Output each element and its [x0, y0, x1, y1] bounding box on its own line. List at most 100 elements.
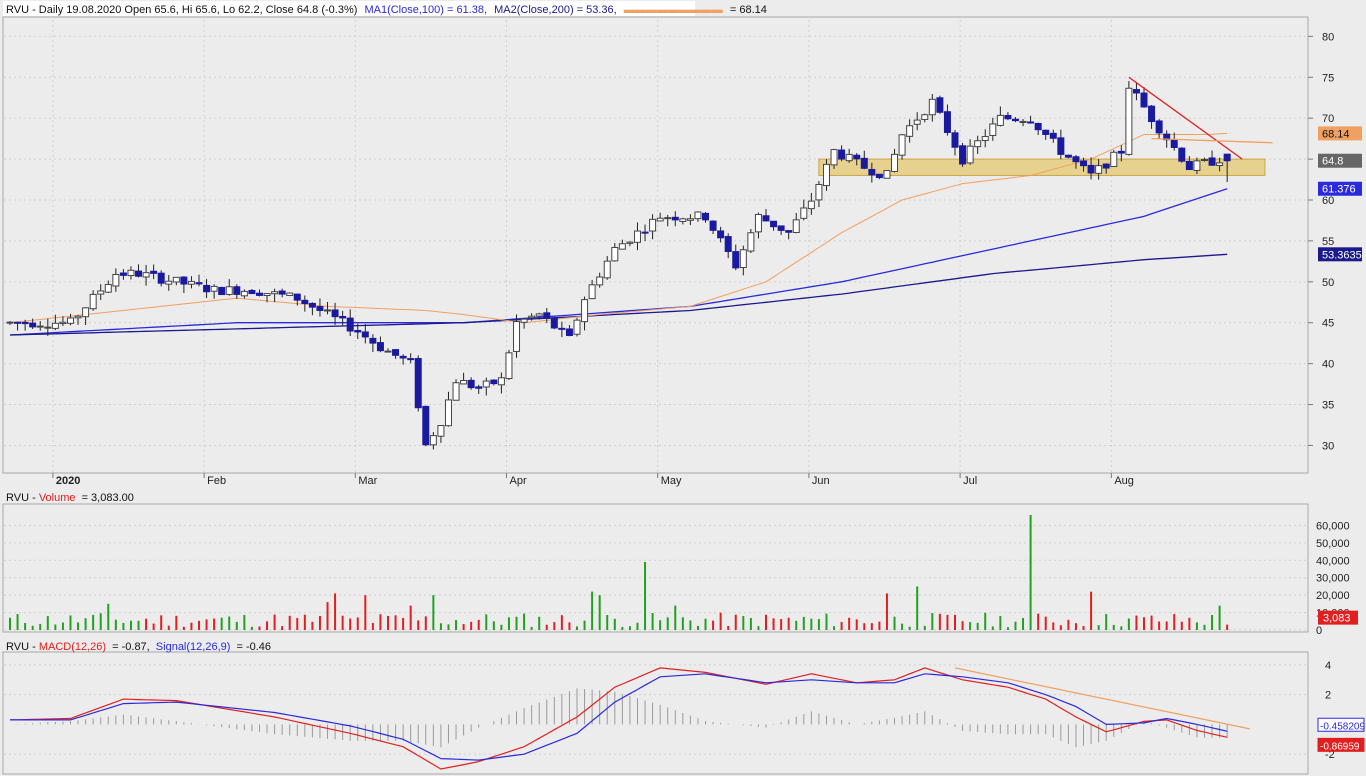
candle-down: [467, 379, 475, 389]
candle-up: [679, 218, 687, 222]
candle-down: [641, 231, 649, 234]
candle-up: [739, 249, 747, 269]
candle-down: [853, 154, 861, 160]
candle-up: [513, 321, 521, 352]
price-value-text: 61.376: [1322, 184, 1356, 196]
candle-up: [89, 293, 97, 310]
candle-up: [172, 276, 180, 283]
candle-up: [906, 125, 914, 137]
candle-down: [1049, 132, 1057, 139]
volume-value-text: 3,083: [1323, 613, 1351, 625]
candle-up: [127, 269, 135, 277]
candle-up: [573, 319, 581, 335]
candle-down: [543, 312, 551, 319]
candle-up: [898, 134, 906, 156]
candle-up: [581, 299, 589, 323]
candle-down: [316, 306, 324, 311]
candle-up: [830, 149, 838, 166]
candle-up: [112, 273, 120, 287]
candle-down: [399, 355, 407, 359]
candle-up: [664, 217, 672, 220]
candle-up: [1193, 160, 1201, 171]
candle-down: [369, 337, 377, 344]
candle-down: [308, 302, 316, 308]
candle-down: [203, 284, 211, 293]
volume-tick-label: 40,000: [1316, 555, 1350, 567]
candle-down: [1011, 118, 1019, 122]
date-tick-label: May: [661, 475, 682, 487]
candle-down: [943, 111, 951, 133]
candle-down: [1102, 163, 1110, 169]
ma3-value: = 68.14: [730, 4, 767, 16]
candle-down: [732, 251, 740, 269]
candle-up: [1095, 165, 1103, 174]
candle-down: [119, 272, 127, 276]
candle-down: [475, 386, 483, 389]
candle-up: [36, 325, 44, 328]
candle-up: [996, 114, 1004, 126]
candle-down: [1117, 150, 1125, 154]
candle-up: [482, 380, 490, 388]
candle-down: [777, 225, 785, 231]
candle-up: [520, 318, 528, 323]
candle-up: [626, 241, 634, 244]
candle-down: [1080, 160, 1088, 167]
candle-down: [565, 328, 573, 337]
candle-up: [66, 317, 74, 324]
candle-down: [1132, 89, 1140, 94]
candle-up: [913, 119, 921, 125]
candle-up: [429, 435, 437, 446]
price-line: RVU - Daily 19.08.2020 Open 65.6, Hi 65.…: [6, 4, 357, 16]
candle-down: [838, 149, 846, 160]
candle-down: [407, 358, 415, 361]
date-tick-label: Jun: [812, 475, 830, 487]
candle-up: [74, 315, 82, 319]
stock-chart[interactable]: 3035404550556065707580 68.1464.861.37653…: [0, 0, 1366, 776]
candle-down: [392, 349, 400, 356]
candle-down: [157, 272, 165, 284]
candle-down: [1178, 147, 1186, 162]
candle-down: [354, 329, 362, 333]
candle-down: [702, 212, 710, 221]
candle-up: [747, 232, 755, 252]
candle-down: [1155, 120, 1163, 134]
candle-down: [361, 331, 369, 338]
candle-down: [724, 236, 732, 252]
ma2-label: MA2(Close,200) = 53.36,: [494, 4, 617, 16]
ma3-swatch: ▬▬▬▬▬▬▬▬▬: [624, 4, 723, 16]
candle-down: [717, 230, 725, 239]
candle-up: [921, 114, 929, 120]
signal-name: Signal(12,26,9): [156, 641, 231, 653]
candle-up: [271, 291, 279, 295]
price-value-text: 68.14: [1322, 128, 1350, 140]
ma1-label: MA1(Close,100) = 61.38,: [364, 4, 487, 16]
candle-up: [822, 163, 830, 187]
candle-up: [505, 352, 513, 380]
candle-up: [618, 243, 626, 250]
price-value-text: 53.3635: [1322, 249, 1362, 261]
volume-legend: RVU - Volume = 3,083.00: [6, 492, 134, 504]
volume-tick-label: 50,000: [1316, 538, 1350, 550]
candle-down: [414, 358, 422, 409]
candle-down: [29, 322, 37, 328]
candle-down: [1034, 122, 1042, 131]
price-tick-label: 35: [1322, 400, 1334, 412]
candle-up: [384, 350, 392, 353]
macd-name: MACD(12,26): [39, 641, 106, 653]
candle-up: [588, 284, 596, 300]
candle-up: [452, 382, 460, 401]
candle-down: [180, 276, 188, 285]
candle-down: [1072, 156, 1080, 163]
macd-tick-label: 2: [1325, 690, 1331, 702]
candle-up: [51, 322, 59, 329]
candle-down: [785, 230, 793, 233]
candle-down: [875, 173, 883, 179]
candle-up: [437, 425, 445, 437]
candle-up: [603, 260, 611, 279]
candle-up: [82, 307, 90, 318]
candle-down: [490, 379, 498, 385]
volume-name: Volume: [39, 492, 76, 504]
candle-up: [59, 321, 67, 325]
candle-up: [792, 219, 800, 233]
macd-tick-label: 4: [1325, 660, 1331, 672]
